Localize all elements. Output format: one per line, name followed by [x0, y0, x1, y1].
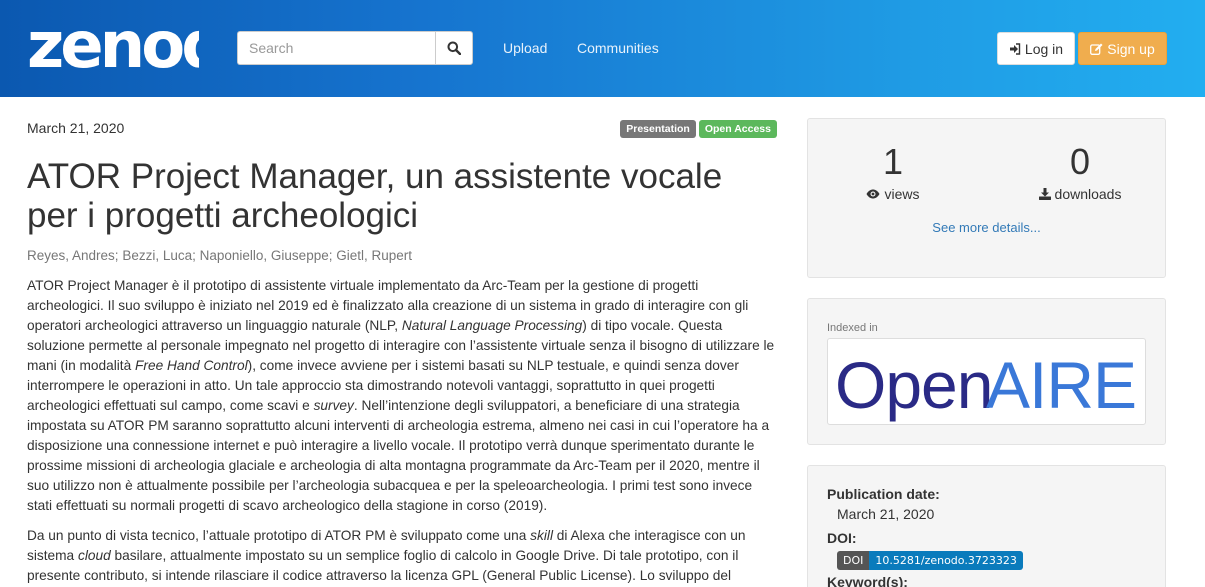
signup-button[interactable]: Sign up	[1078, 32, 1167, 65]
description-paragraph: Da un punto di vista tecnico, l’attuale …	[27, 528, 746, 583]
resource-type-badge[interactable]: Presentation	[620, 120, 696, 138]
openaire-logo: Open AIRE	[835, 348, 1137, 422]
record-title: ATOR Project Manager, un assistente voca…	[27, 157, 723, 235]
downloads-count: 0	[1069, 141, 1091, 182]
openaire-logo-text: AIRE	[986, 348, 1136, 422]
login-button[interactable]: Log in	[997, 32, 1075, 65]
sign-in-icon	[1009, 42, 1021, 55]
indexed-panel: Indexed in Open AIRE	[807, 298, 1166, 445]
keywords-label: Keyword(s):	[827, 574, 908, 587]
author[interactable]: Reyes, Andres	[27, 248, 115, 263]
indexed-in-label: Indexed in	[827, 322, 878, 334]
record-badges: Presentation Open Access	[620, 120, 777, 138]
nav-upload-link[interactable]: Upload	[503, 40, 547, 56]
eye-icon	[866, 189, 880, 199]
search-input[interactable]	[237, 31, 435, 65]
publication-date-value: March 21, 2020	[837, 506, 935, 522]
download-icon	[1038, 188, 1051, 200]
author[interactable]: Bezzi, Luca	[122, 248, 192, 263]
record-date: March 21, 2020	[27, 120, 125, 136]
views-stat: 1 views	[808, 142, 978, 202]
zenodo-logo[interactable]: zenodo	[27, 15, 199, 75]
doi-value: 10.5281/zenodo.3723323	[869, 551, 1023, 570]
signup-label: Sign up	[1107, 40, 1155, 57]
author[interactable]: Naponiello, Giuseppe	[200, 248, 329, 263]
navbar: zenodo Upload Communities Log in Sign up	[0, 0, 1205, 97]
search-bar	[237, 31, 473, 65]
openaire-logo-link[interactable]: Open AIRE	[827, 338, 1146, 425]
stats-panel: 1 views 0 downloads See more details...	[807, 118, 1166, 278]
details-panel: Publication date: March 21, 2020 DOI: DO…	[807, 465, 1166, 587]
search-icon	[447, 41, 461, 55]
views-label: views	[884, 186, 920, 202]
search-button[interactable]	[435, 31, 473, 65]
see-more-details-link[interactable]: See more details...	[808, 220, 1165, 235]
authors-list: Reyes, Andres; Bezzi, Luca; Naponiello, …	[27, 248, 413, 263]
views-count: 1	[882, 141, 904, 182]
doi-label: DOI:	[827, 530, 857, 546]
access-right-badge[interactable]: Open Access	[698, 120, 777, 138]
publication-date-label: Publication date:	[827, 486, 940, 502]
downloads-label: downloads	[1054, 186, 1122, 202]
nav-communities-link[interactable]: Communities	[577, 40, 659, 56]
description-paragraph: ATOR Project Manager è il prototipo di a…	[27, 278, 775, 513]
record-description: ATOR Project Manager è il prototipo di a…	[27, 276, 777, 587]
edit-icon	[1090, 43, 1103, 55]
login-label: Log in	[1024, 40, 1064, 57]
author[interactable]: Gietl, Rupert	[336, 248, 412, 263]
doi-badge[interactable]: DOI 10.5281/zenodo.3723323	[837, 551, 1023, 570]
doi-tag: DOI	[837, 551, 870, 570]
logo-text: zenodo	[27, 15, 199, 75]
openaire-logo-text: Open	[835, 348, 992, 422]
downloads-stat: 0 downloads	[995, 142, 1165, 202]
